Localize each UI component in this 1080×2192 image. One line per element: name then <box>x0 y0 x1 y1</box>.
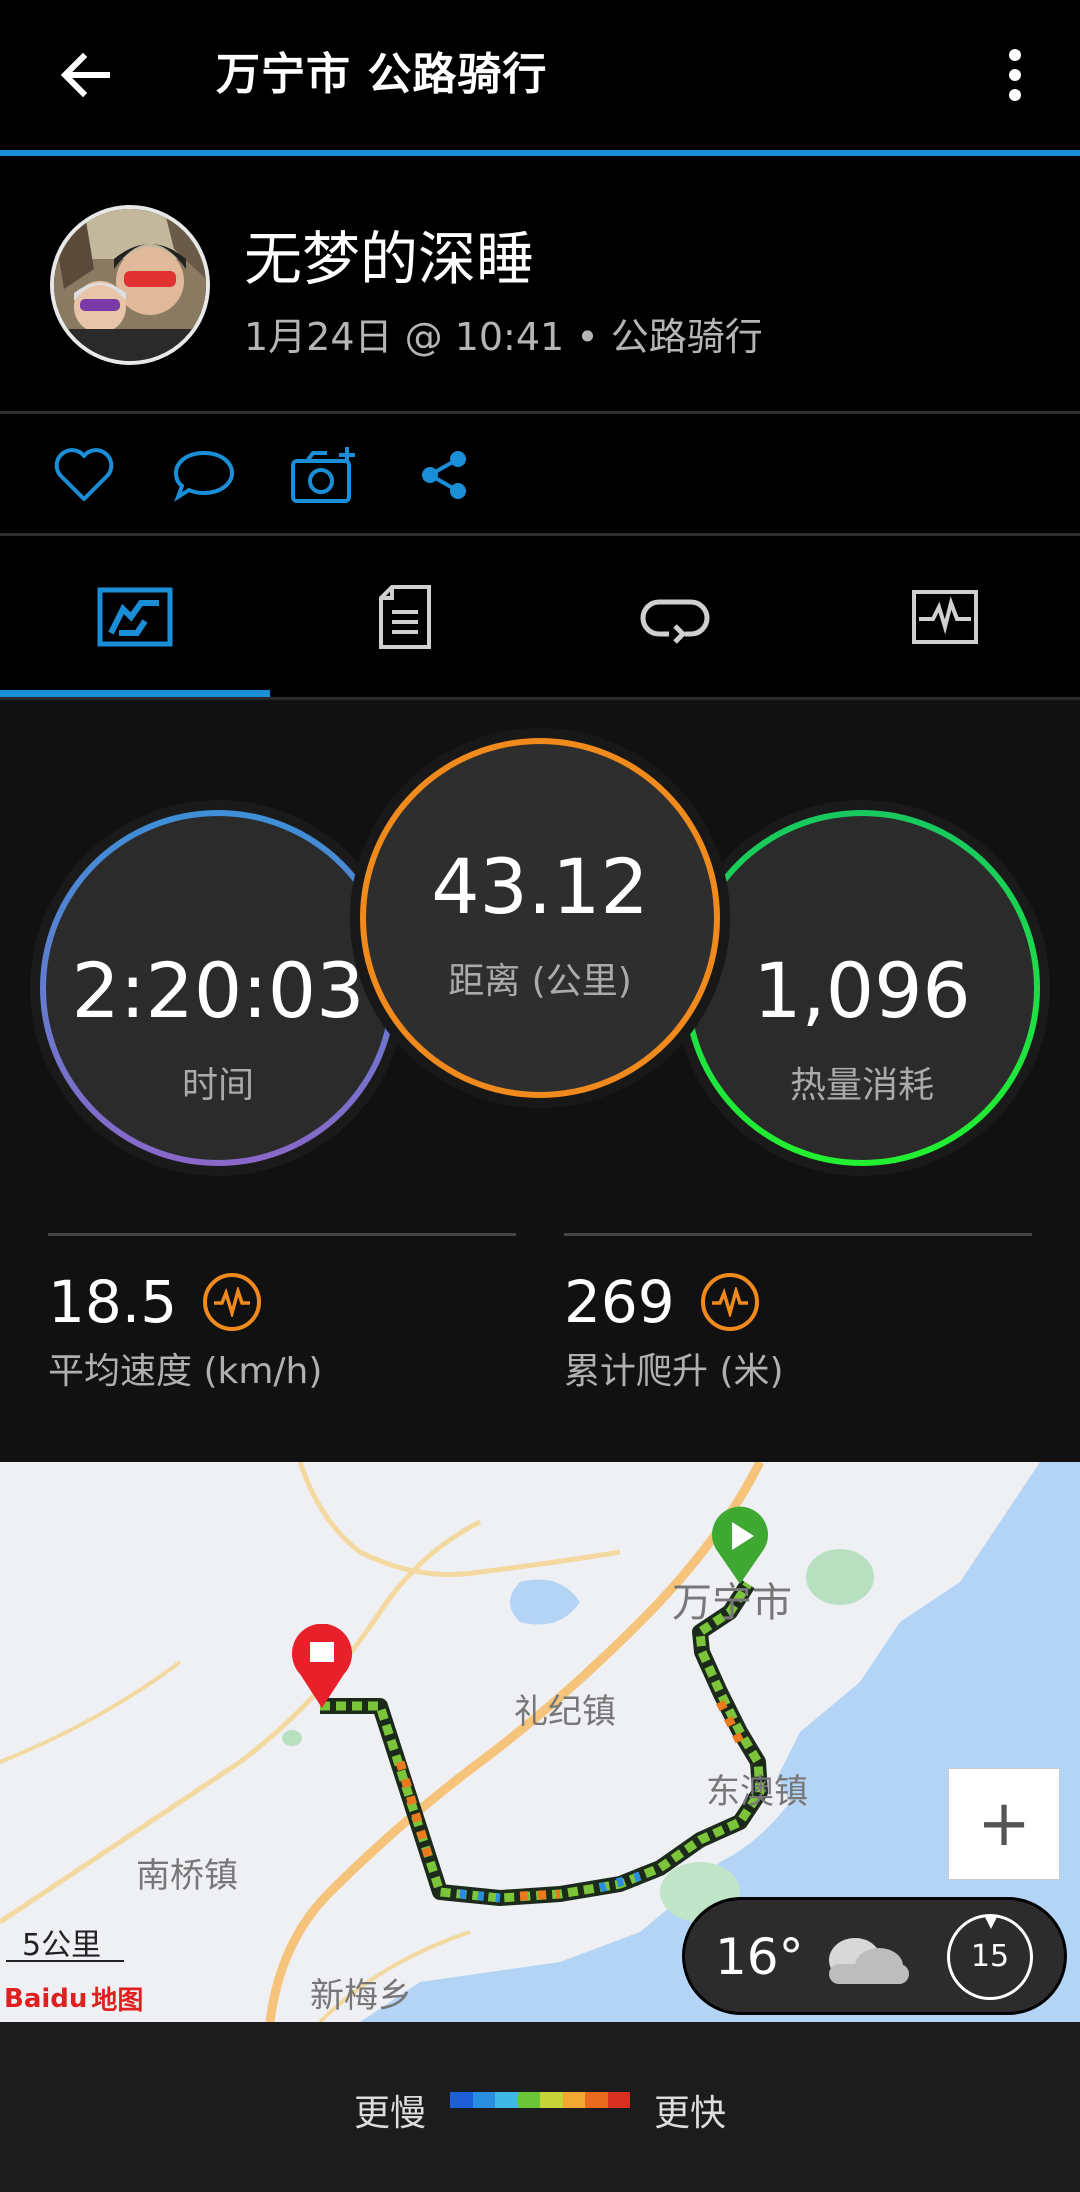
tab-overview[interactable] <box>0 537 270 697</box>
legend-swatch <box>517 2092 540 2108</box>
legend-slower: 更慢 <box>354 2093 427 2134</box>
map-scale-bar <box>6 1960 124 1962</box>
more-options-button[interactable] <box>990 30 1040 120</box>
temperature: 16° <box>715 1928 804 1986</box>
more-vert-icon <box>1009 49 1021 101</box>
avg-speed-label: 平均速度 (km/h) <box>48 1351 323 1392</box>
legend-swatch <box>585 2092 608 2108</box>
top-bar: 万宁市 公路骑行 <box>0 0 1080 150</box>
provider-suffix: 地图 <box>91 1986 144 2016</box>
distance-label: 距离 (公里) <box>448 961 632 1002</box>
share-icon <box>422 451 466 499</box>
weather-widget[interactable]: 16° 15 <box>682 1897 1067 2015</box>
legend-swatch <box>472 2092 495 2108</box>
time-label: 时间 <box>181 1065 254 1106</box>
divider <box>564 1233 1032 1236</box>
legend-swatch <box>540 2092 563 2108</box>
calories-stat[interactable]: 1,096 热量消耗 <box>684 810 1040 1166</box>
comment-icon <box>173 450 235 502</box>
chart-pulse-icon <box>912 590 978 644</box>
wind-speed: 15 <box>970 1939 1010 1974</box>
place-label: 新梅乡 <box>310 1976 412 2016</box>
elevation-value: 269 <box>564 1268 675 1336</box>
place-label: 礼纪镇 <box>514 1692 616 1732</box>
cloud-icon <box>829 1938 909 1984</box>
comment-button[interactable] <box>164 440 244 510</box>
calories-value: 1,096 <box>753 946 971 1035</box>
distance-stat[interactable]: 43.12 距离 (公里) <box>360 738 720 1098</box>
add-photo-button[interactable] <box>284 440 364 510</box>
place-label: 南桥镇 <box>136 1856 238 1896</box>
legend-swatch <box>562 2092 585 2108</box>
divider <box>0 533 1080 536</box>
time-value: 2:20:03 <box>71 946 365 1035</box>
avatar[interactable] <box>50 205 210 365</box>
header-divider <box>0 150 1080 156</box>
zoom-in-button[interactable]: + <box>948 1768 1060 1880</box>
provider-name: Baidu <box>4 1983 88 2014</box>
back-arrow-icon <box>60 52 110 98</box>
legend-swatch <box>607 2092 630 2108</box>
calories-label: 热量消耗 <box>789 1065 934 1106</box>
camera-add-icon <box>291 447 355 503</box>
avg-speed-stat[interactable]: 18.5 <box>48 1268 262 1336</box>
divider <box>48 1233 516 1236</box>
avatar-photo <box>54 209 206 361</box>
user-name[interactable]: 无梦的深睡 <box>244 212 534 296</box>
wind-dial: 15 <box>947 1914 1033 2000</box>
pulse-icon <box>203 1273 262 1331</box>
tab-bar <box>0 537 1080 697</box>
legend-faster: 更快 <box>654 2093 727 2134</box>
heart-icon <box>54 448 114 501</box>
activity-meta: 1月24日 @ 10:41 • 公路骑行 <box>244 315 763 359</box>
tab-laps[interactable] <box>540 537 810 697</box>
avg-speed-value: 18.5 <box>48 1268 178 1336</box>
tab-charts[interactable] <box>810 537 1080 697</box>
finish-marker-icon <box>292 1624 352 1708</box>
like-button[interactable] <box>44 440 124 510</box>
divider <box>0 411 1080 414</box>
pulse-icon <box>700 1273 759 1331</box>
active-tab-indicator <box>0 690 270 697</box>
document-icon <box>379 585 431 649</box>
legend-swatch <box>495 2092 518 2108</box>
tab-details[interactable] <box>270 537 540 697</box>
time-stat[interactable]: 2:20:03 时间 <box>40 810 396 1166</box>
speed-legend: 更慢 更快 <box>0 2022 1080 2192</box>
elevation-label: 累计爬升 (米) <box>564 1351 784 1392</box>
map-scale-label: 5公里 <box>22 1928 102 1963</box>
distance-value: 43.12 <box>431 842 649 931</box>
page-title: 万宁市 公路骑行 <box>216 49 548 100</box>
start-marker-icon <box>712 1506 768 1584</box>
speed-color-bar <box>450 2092 630 2108</box>
baidu-logo: Baidu 地图 <box>4 1980 143 2017</box>
wind-direction-icon <box>984 1915 998 1929</box>
legend-swatch <box>450 2092 473 2108</box>
back-button[interactable] <box>40 30 130 120</box>
overview-icon <box>97 587 173 647</box>
share-button[interactable] <box>404 440 484 510</box>
loop-icon <box>640 599 710 644</box>
place-label: 东澳镇 <box>706 1772 808 1812</box>
elevation-stat[interactable]: 269 <box>564 1268 759 1336</box>
